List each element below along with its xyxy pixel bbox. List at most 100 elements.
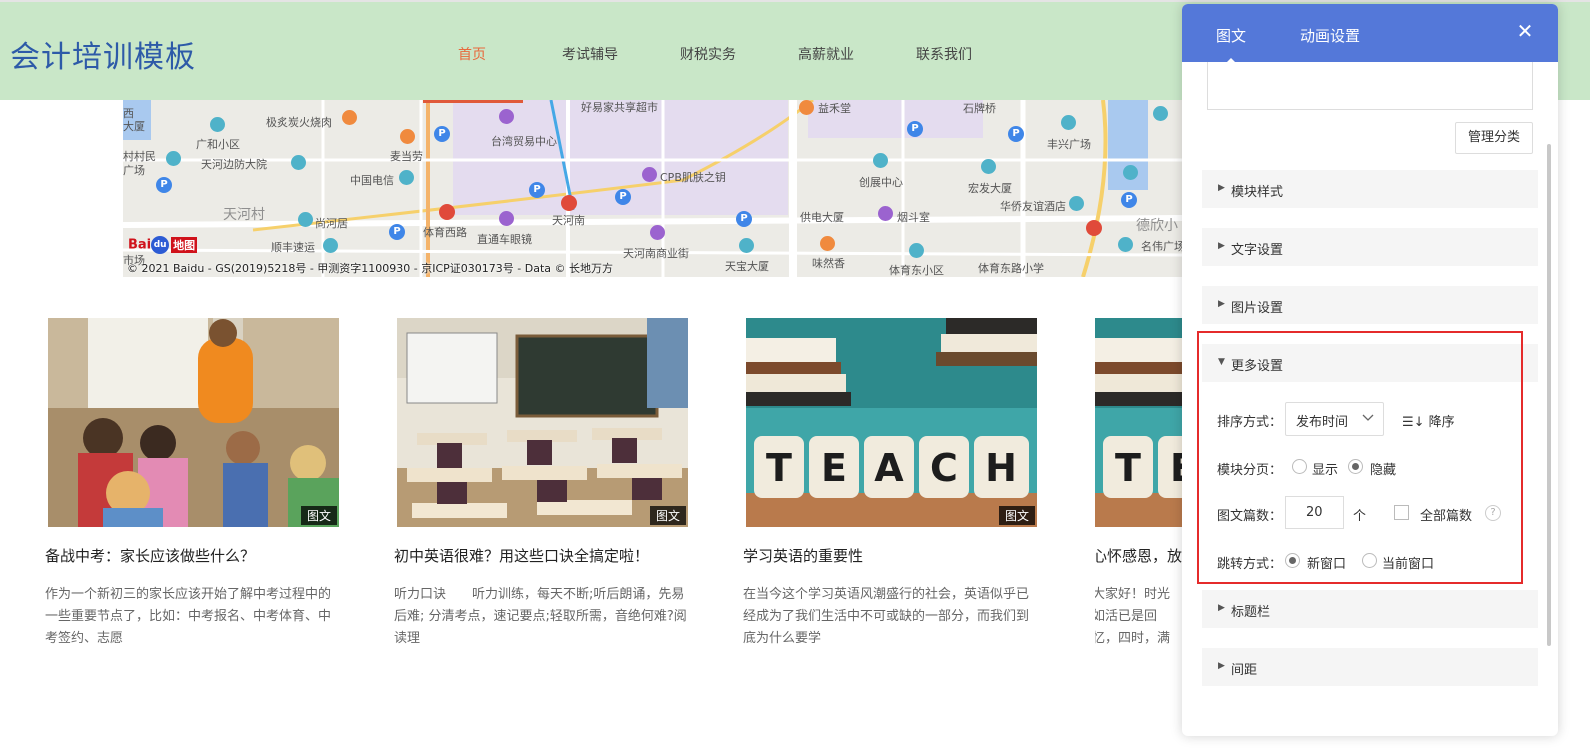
map-label: 华侨友谊酒店 — [1000, 200, 1066, 213]
restaurant-icon — [820, 236, 835, 251]
caret-right-icon: ▶ — [1218, 299, 1225, 309]
map-label: 烟斗室 — [897, 211, 930, 224]
map-label: 天宝大厦 — [725, 260, 769, 273]
article-title[interactable]: 心怀感恩，放 — [1095, 545, 1185, 566]
section-label: 标题栏 — [1231, 605, 1271, 620]
map-label: 中国电信 — [350, 174, 394, 187]
map-label: CPB肌肤之钥 — [660, 171, 726, 184]
map-label: 供电大厦 — [800, 211, 844, 224]
section-title-bar[interactable]: ▶ 标题栏 — [1202, 590, 1538, 628]
shop-icon — [642, 167, 657, 182]
parking-icon: P — [434, 126, 450, 142]
map-label: 天河村 — [223, 207, 265, 223]
section-text-settings[interactable]: ▶ 文字设置 — [1202, 228, 1538, 266]
shop-icon — [878, 206, 893, 221]
page: 会计培训模板 首页 考试辅导 财税实务 高薪就业 联系我们 极炙炭火烧肉 广和小… — [0, 0, 1590, 755]
map-label: 台湾贸易中心 — [491, 135, 557, 148]
poi-marker-icon — [1118, 237, 1133, 252]
map-label: 名伟广场 — [1141, 240, 1183, 253]
map-label: 极炙炭火烧肉 — [266, 116, 332, 129]
article-title[interactable]: 学习英语的重要性 — [743, 545, 1046, 566]
map-label: 味然香 — [812, 257, 845, 270]
article-summary: 在当今这个学习英语风潮盛行的社会，英语似乎已经成为了我们生活中不可或缺的一部分，… — [743, 587, 1030, 646]
article-image[interactable]: 图文 — [397, 318, 688, 527]
map-copyright: © 2021 Baidu - GS(2019)5218号 - 甲测资字11009… — [127, 262, 614, 275]
map-label: 益禾堂 — [818, 102, 851, 115]
restaurant-icon — [342, 110, 357, 125]
article-card[interactable]: T E A C H 图文 学习英语的重要性 在当今这个学习英语风潮盛行的社会，英… — [743, 318, 1046, 650]
poi-marker-icon — [739, 238, 754, 253]
poi-marker-icon — [1153, 106, 1168, 121]
poi-marker-icon — [873, 153, 888, 168]
nav-item-jobs[interactable]: 高薪就业 — [767, 44, 885, 64]
map-label: 宏发大厦 — [968, 182, 1012, 195]
block-letter: T — [766, 446, 792, 490]
article-image[interactable]: T E A C H 图文 — [746, 318, 1037, 527]
baidu-map[interactable]: 极炙炭火烧肉 广和小区 天河边防大院 麦当劳 中国电信 好易家共享超市 台湾贸易… — [123, 100, 1183, 277]
nav-item-tax[interactable]: 财税实务 — [649, 44, 767, 64]
map-label: 天河边防大院 — [201, 158, 267, 171]
article-card[interactable]: 图文 初中英语很难？用这些口诀全搞定啦！ 听力口诀 听力训练，每天不断;听后朗诵… — [394, 318, 697, 650]
metro-icon — [439, 204, 455, 220]
tab-animation-settings[interactable]: 动画设置 — [1300, 25, 1360, 46]
map-label: 西 — [123, 107, 134, 120]
caret-right-icon: ▶ — [1218, 661, 1225, 671]
nav-item-home[interactable]: 首页 — [413, 44, 531, 64]
parking-icon: P — [529, 182, 545, 198]
poi-marker-icon — [291, 155, 306, 170]
caret-right-icon: ▶ — [1218, 241, 1225, 251]
map-label: 广和小区 — [196, 138, 240, 151]
shop-icon — [650, 225, 665, 240]
map-label: 德欣小 — [1136, 218, 1178, 234]
article-title[interactable]: 备战中考：家长应该做些什么？ — [45, 545, 348, 566]
article-summary: 作为一个新初三的家长应该开始了解中考过程中的一些重要节点了，比如：中考报名、中考… — [45, 587, 332, 646]
poi-marker-icon — [1061, 115, 1076, 130]
map-label: 广场 — [123, 164, 145, 177]
image-type-badge: 图文 — [300, 506, 337, 525]
map-label: 麦当劳 — [390, 150, 423, 163]
section-label: 间距 — [1231, 663, 1258, 678]
nav-item-exam[interactable]: 考试辅导 — [531, 44, 649, 64]
block-letter: A — [874, 446, 904, 490]
parking-icon: P — [389, 224, 405, 240]
block-letter: C — [930, 446, 958, 490]
map-label: 直通车眼镜 — [477, 233, 532, 246]
parking-icon: P — [615, 189, 631, 205]
map-label: 丰兴广场 — [1047, 138, 1091, 151]
poi-marker-icon — [210, 117, 225, 132]
map-label: 创展中心 — [859, 176, 903, 189]
caret-right-icon: ▶ — [1218, 183, 1225, 193]
highlight-box — [1197, 331, 1523, 584]
close-icon[interactable]: ✕ — [1516, 21, 1534, 41]
teach-blocks-image: T E A C H — [746, 318, 1037, 527]
metro-icon — [561, 195, 577, 211]
map-label: 尚河居 — [315, 217, 348, 230]
parking-icon: P — [156, 177, 172, 193]
main-nav: 首页 考试辅导 财税实务 高薪就业 联系我们 — [413, 44, 1003, 64]
section-label: 文字设置 — [1231, 243, 1284, 258]
section-image-settings[interactable]: ▶ 图片设置 — [1202, 286, 1538, 324]
article-card[interactable]: 图文 备战中考：家长应该做些什么？ 作为一个新初三的家长应该开始了解中考过程中的… — [45, 318, 348, 650]
parking-icon: P — [736, 211, 752, 227]
category-textarea[interactable] — [1207, 62, 1533, 110]
map-label: 石牌桥 — [963, 102, 996, 115]
manage-categories-button[interactable]: 管理分类 — [1455, 122, 1533, 154]
article-card[interactable]: T E 心怀感恩，放 大家好！时光如活已是回忆，四时，满是好奇， — [1095, 318, 1185, 650]
tab-graphic-text[interactable]: 图文 — [1216, 25, 1246, 64]
section-spacing[interactable]: ▶ 间距 — [1202, 648, 1538, 686]
article-image[interactable]: T E — [1095, 318, 1183, 527]
article-summary: 听力口诀 听力训练，每天不断;听后朗诵，先易后难; 分清考点，速记要点;轻取所需… — [394, 587, 687, 646]
nav-item-contact[interactable]: 联系我们 — [885, 44, 1003, 64]
site-logo[interactable]: 会计培训模板 — [10, 32, 196, 76]
poi-marker-icon — [1123, 165, 1138, 180]
metro-icon — [1086, 220, 1102, 236]
image-type-badge: 图文 — [998, 506, 1035, 525]
map-label: 体育东小区 — [889, 264, 944, 277]
section-module-style[interactable]: ▶ 模块样式 — [1202, 170, 1538, 208]
poi-marker-icon — [909, 243, 924, 258]
article-image[interactable]: 图文 — [48, 318, 339, 527]
panel-scrollbar[interactable] — [1547, 144, 1551, 646]
baidu-paw-icon: du — [151, 236, 170, 254]
article-summary: 大家好！时光如活已是回忆，四时，满是好奇， — [1095, 587, 1171, 646]
article-title[interactable]: 初中英语很难？用这些口诀全搞定啦！ — [394, 545, 697, 566]
